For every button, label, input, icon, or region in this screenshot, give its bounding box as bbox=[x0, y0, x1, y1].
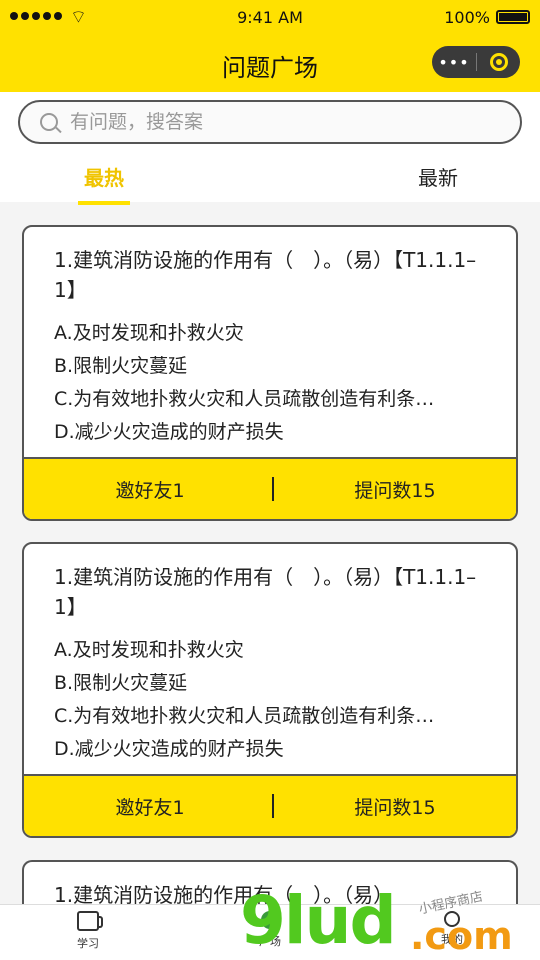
close-icon bbox=[489, 53, 508, 71]
option-c: C.为有效地扑救火灾和人员疏散创造有利条… bbox=[54, 388, 435, 410]
cup-icon bbox=[77, 911, 103, 931]
mini-program-capsule: ••• bbox=[432, 46, 520, 78]
question-count[interactable]: 提问数15 bbox=[274, 476, 516, 503]
tab-new[interactable]: 最新 bbox=[418, 162, 458, 191]
option-d: D.减少火灾造成的财产损失 bbox=[54, 421, 284, 443]
tab-mine[interactable]: 我的 bbox=[412, 911, 492, 947]
search-box[interactable] bbox=[18, 100, 522, 144]
question-card[interactable]: 1.建筑消防设施的作用有（ ）。（易）【T1.1.1–1】 A.及时发现和扑救火… bbox=[22, 225, 518, 521]
square-icon bbox=[261, 911, 279, 929]
battery-percent: 100% bbox=[444, 8, 490, 27]
search-area: 最热 最新 bbox=[0, 92, 540, 205]
option-a: A.及时发现和扑救火灾 bbox=[54, 639, 244, 661]
invite-friends-button[interactable]: 邀好友1 bbox=[24, 476, 272, 503]
option-list: A.及时发现和扑救火灾 B.限制火灾蔓延 C.为有效地扑救火灾和人员疏散创造有利… bbox=[54, 317, 494, 449]
option-list: A.及时发现和扑救火灾 B.限制火灾蔓延 C.为有效地扑救火灾和人员疏散创造有利… bbox=[54, 634, 494, 766]
question-title: 1.建筑消防设施的作用有（ ）。（易）【T1.1.1–1】 bbox=[54, 565, 477, 619]
tab-square[interactable]: 广场 bbox=[230, 911, 310, 949]
bottom-tab-bar: 学习 广场 我的 bbox=[0, 904, 540, 960]
close-button[interactable] bbox=[477, 53, 520, 71]
tab-square-label: 广场 bbox=[259, 935, 281, 948]
question-count[interactable]: 提问数15 bbox=[274, 793, 516, 820]
status-bar: ⌔ 9:41 AM 100% bbox=[0, 0, 540, 34]
option-d: D.减少火灾造成的财产损失 bbox=[54, 738, 284, 760]
more-icon[interactable]: ••• bbox=[432, 53, 476, 72]
tab-study[interactable]: 学习 bbox=[48, 911, 128, 951]
question-card[interactable]: 1.建筑消防设施的作用有（ ）。（易）【T1.1.1–1】 A.及时发现和扑救火… bbox=[22, 542, 518, 838]
nav-bar: 问题广场 ••• bbox=[0, 34, 540, 92]
user-icon bbox=[444, 911, 460, 927]
option-b: B.限制火灾蔓延 bbox=[54, 355, 188, 377]
card-footer: 邀好友1 提问数15 bbox=[24, 774, 516, 836]
tab-study-label: 学习 bbox=[77, 937, 99, 950]
tab-mine-label: 我的 bbox=[441, 933, 463, 946]
option-c: C.为有效地扑救火灾和人员疏散创造有利条… bbox=[54, 705, 435, 727]
card-footer: 邀好友1 提问数15 bbox=[24, 457, 516, 519]
search-icon bbox=[40, 113, 58, 131]
search-input[interactable] bbox=[70, 111, 470, 133]
question-title: 1.建筑消防设施的作用有（ ）。（易）【T1.1.1–1】 bbox=[54, 248, 477, 302]
invite-friends-button[interactable]: 邀好友1 bbox=[24, 793, 272, 820]
tab-hot[interactable]: 最热 bbox=[78, 162, 130, 205]
option-a: A.及时发现和扑救火灾 bbox=[54, 322, 244, 344]
battery-icon bbox=[496, 10, 530, 24]
option-b: B.限制火灾蔓延 bbox=[54, 672, 188, 694]
